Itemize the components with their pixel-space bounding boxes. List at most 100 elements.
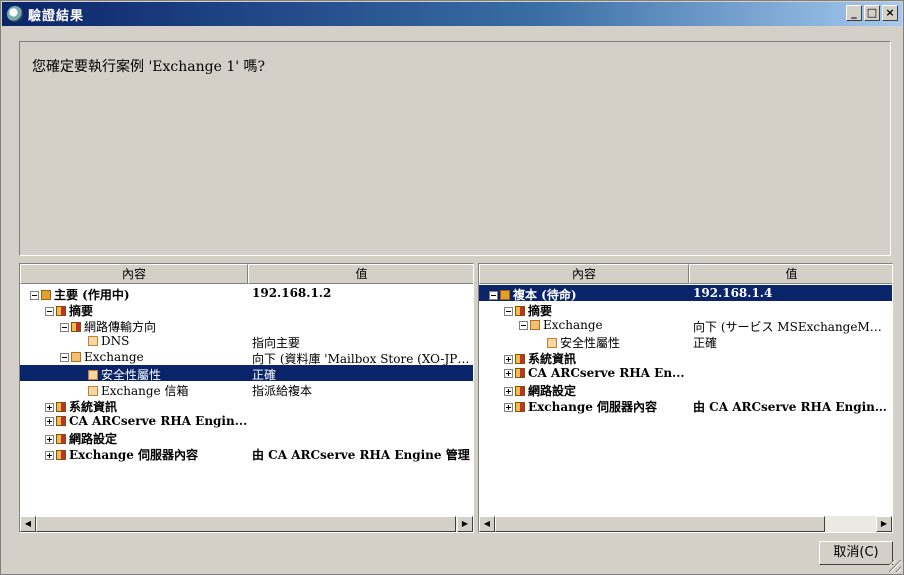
- scroll-right-arrow-icon[interactable]: ▶: [457, 516, 473, 532]
- tree-row[interactable]: 網路設定: [20, 429, 473, 446]
- scroll-thumb[interactable]: [36, 516, 456, 532]
- tree-row-text: 安全性屬性: [101, 368, 162, 382]
- tree-row-label: CA ARCserve RHA En...: [504, 366, 689, 380]
- server-icon: [41, 290, 51, 300]
- tree-row[interactable]: 主要 (作用中) 192.168.1.2: [20, 285, 473, 302]
- tree-row-value: 由 CA ARCserve RHA Engine 管理: [252, 448, 470, 462]
- expand-icon[interactable]: [504, 403, 513, 412]
- tree-row-text: 網路設定: [69, 432, 118, 446]
- master-properties-panel: 內容 值 主要 (作用中) 192.168.1.2 摘要 網路傳輸方向 DNS 指向主要 E…: [19, 263, 474, 533]
- scroll-right-arrow-icon[interactable]: ▶: [876, 516, 892, 532]
- property-icon: [547, 338, 557, 348]
- tree-row-text: Exchange: [84, 350, 144, 364]
- node-icon: [530, 320, 540, 330]
- summary-icon: [515, 306, 525, 316]
- network-direction-icon: [71, 322, 81, 332]
- horizontal-scrollbar[interactable]: ◀ ▶: [479, 516, 892, 532]
- property-icon: [88, 386, 98, 396]
- property-icon: [88, 336, 98, 346]
- tree-row-text: Exchange 伺服器內容: [528, 400, 658, 414]
- column-header-content[interactable]: 內容: [20, 264, 248, 284]
- tree-row-text: Exchange 信箱: [101, 384, 189, 398]
- tree-row-label: CA ARCserve RHA Engin...: [45, 414, 248, 428]
- expand-icon[interactable]: [504, 369, 513, 378]
- expand-icon[interactable]: [45, 451, 54, 460]
- collapse-icon[interactable]: [45, 307, 54, 316]
- tree-row-text: 網路設定: [528, 384, 577, 398]
- minimize-button[interactable]: _: [846, 5, 862, 21]
- expand-icon[interactable]: [45, 403, 54, 412]
- summary-icon: [515, 386, 525, 396]
- tree-row[interactable]: Exchange 信箱 指派給複本: [20, 381, 473, 398]
- tree-row[interactable]: Exchange向下 (資料庫 'Mailbox Store (XO-JPN-S…: [20, 349, 473, 366]
- tree-row[interactable]: 安全性屬性 正確: [479, 333, 892, 350]
- tree-row[interactable]: 網路傳輸方向: [20, 317, 473, 334]
- collapse-icon[interactable]: [30, 291, 39, 300]
- scroll-left-arrow-icon[interactable]: ◀: [479, 516, 495, 532]
- tree-row[interactable]: DNS 指向主要: [20, 333, 473, 350]
- column-header-value[interactable]: 值: [689, 264, 892, 284]
- node-icon: [71, 352, 81, 362]
- tree-row[interactable]: CA ARCserve RHA Engin...: [20, 413, 473, 429]
- tree-row[interactable]: 複本 (待命) 192.168.1.4: [479, 285, 892, 302]
- cancel-button[interactable]: 取消(C): [819, 541, 893, 565]
- tree-row-text: 系統資訊: [69, 400, 118, 414]
- tree-row-text: 複本 (待命): [513, 288, 577, 302]
- tree-row-text: 主要 (作用中): [54, 288, 130, 302]
- expand-icon[interactable]: [504, 387, 513, 396]
- tree-row-label: Exchange: [60, 350, 248, 364]
- tree-row[interactable]: 摘要: [479, 301, 892, 318]
- summary-icon: [56, 416, 66, 426]
- confirmation-message-area: 您確定要執行案例 'Exchange 1' 嗎?: [19, 41, 891, 256]
- close-button[interactable]: ×: [882, 5, 898, 21]
- collapse-icon[interactable]: [60, 323, 69, 332]
- app-icon: [7, 6, 23, 22]
- server-icon: [500, 290, 510, 300]
- scroll-thumb[interactable]: [495, 516, 825, 532]
- tree-row-text: Exchange: [543, 318, 603, 332]
- collapse-icon[interactable]: [60, 353, 69, 362]
- column-header: 內容 值: [20, 264, 473, 284]
- tree-row[interactable]: Exchange 伺服器內容 由 CA ARCserve RHA Engine 管…: [20, 445, 473, 463]
- column-header-content[interactable]: 內容: [479, 264, 689, 284]
- tree-row-label: Exchange 伺服器內容: [45, 446, 248, 463]
- expand-icon[interactable]: [45, 435, 54, 444]
- tree-row[interactable]: 系統資訊: [20, 397, 473, 414]
- tree-row[interactable]: CA ARCserve RHA En...: [479, 365, 892, 381]
- summary-icon: [515, 402, 525, 412]
- summary-icon: [56, 434, 66, 444]
- tree-row-text: 安全性屬性: [560, 336, 621, 350]
- horizontal-scrollbar[interactable]: ◀ ▶: [20, 516, 473, 532]
- tree-row[interactable]: 安全性屬性 正確: [20, 365, 473, 382]
- summary-icon: [515, 354, 525, 364]
- tree-row[interactable]: 摘要: [20, 301, 473, 318]
- window-title: 驗證結果: [28, 9, 85, 24]
- collapse-icon[interactable]: [489, 291, 498, 300]
- scroll-left-arrow-icon[interactable]: ◀: [20, 516, 36, 532]
- tree-row-value: 192.168.1.2: [252, 286, 332, 300]
- tree-row-text: CA ARCserve RHA En...: [528, 366, 685, 380]
- expand-icon[interactable]: [45, 417, 54, 426]
- resize-grip-icon[interactable]: [889, 560, 901, 572]
- expand-icon[interactable]: [504, 355, 513, 364]
- tree-row-label: Exchange: [519, 318, 689, 332]
- tree-row[interactable]: Exchange向下 (サービス MSExchangeMGMT ...: [479, 317, 892, 334]
- tree-row[interactable]: Exchange 伺服器內容 由 CA ARCserve RHA Engine .…: [479, 397, 892, 415]
- tree-row-value: 192.168.1.4: [693, 286, 773, 300]
- summary-icon: [56, 402, 66, 412]
- tree-row-value: 由 CA ARCserve RHA Engine ...: [693, 400, 891, 414]
- tree-row-label: Exchange 伺服器內容: [504, 398, 689, 415]
- title-bar[interactable]: 驗證結果 _ □ ×: [2, 2, 902, 26]
- replica-properties-panel: 內容 值 複本 (待命) 192.168.1.4 摘要 Exchange 向下 (サービ…: [478, 263, 893, 533]
- tree-row-text: DNS: [101, 334, 130, 348]
- tree-row-label: DNS: [88, 334, 248, 348]
- collapse-icon[interactable]: [504, 307, 513, 316]
- summary-icon: [515, 368, 525, 378]
- tree-row-text: 摘要: [69, 304, 94, 318]
- column-header-value[interactable]: 值: [248, 264, 473, 284]
- maximize-button[interactable]: □: [864, 5, 880, 21]
- tree-row[interactable]: 系統資訊: [479, 349, 892, 366]
- tree-row[interactable]: 網路設定: [479, 381, 892, 398]
- tree-row-text: Exchange 伺服器內容: [69, 448, 199, 462]
- collapse-icon[interactable]: [519, 321, 528, 330]
